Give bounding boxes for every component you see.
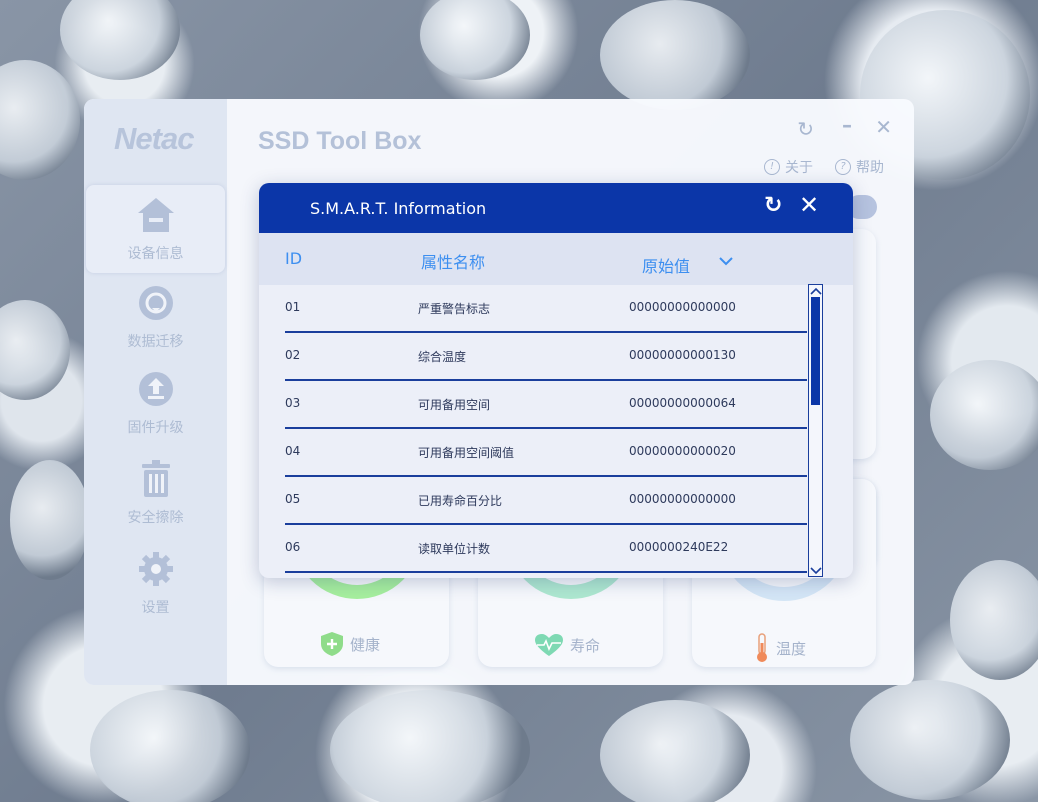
help-label: 帮助 bbox=[856, 160, 884, 176]
sidebar: Netac 设备信息 数据迁移 固件升级 安全擦除 设置 bbox=[84, 99, 227, 685]
cell-raw: 0000000240E22 bbox=[629, 540, 729, 554]
col-id-header: ID bbox=[285, 249, 303, 268]
sidebar-item-label: 安全擦除 bbox=[127, 510, 184, 526]
dialog-refresh-button[interactable]: ↻ bbox=[764, 193, 782, 218]
chevron-down-icon bbox=[719, 257, 733, 266]
cell-name: 读取单位计数 bbox=[418, 542, 491, 556]
sidebar-item-label: 数据迁移 bbox=[127, 334, 184, 350]
help-icon: ? bbox=[835, 159, 851, 175]
chevron-up-icon bbox=[809, 287, 822, 295]
sidebar-item-firmware-upgrade[interactable]: 固件升级 bbox=[84, 359, 227, 447]
sidebar-item-settings[interactable]: 设置 bbox=[84, 539, 227, 627]
cell-name: 可用备用空间阈值 bbox=[418, 446, 515, 460]
table-row[interactable]: 01 严重警告标志 00000000000000 bbox=[285, 285, 807, 333]
dialog-header: S.M.A.R.T. Information ↻ ✕ bbox=[259, 183, 853, 233]
top-links: ! 关于 ? 帮助 bbox=[764, 157, 884, 177]
cell-id: 01 bbox=[285, 300, 301, 314]
cell-id: 05 bbox=[285, 492, 301, 506]
health-label-wrap: 健康 bbox=[320, 631, 380, 657]
bg-tree bbox=[0, 60, 80, 180]
smart-table: 01 严重警告标志 00000000000000 02 综合温度 0000000… bbox=[285, 285, 807, 573]
cell-name: 严重警告标志 bbox=[418, 302, 491, 316]
cell-id: 02 bbox=[285, 348, 301, 362]
refresh-icon: ↻ bbox=[764, 193, 783, 218]
cell-raw: 00000000000000 bbox=[629, 492, 736, 506]
cell-raw: 00000000000130 bbox=[629, 348, 736, 362]
life-label-wrap: 寿命 bbox=[534, 633, 600, 657]
sidebar-item-label: 设置 bbox=[141, 600, 170, 616]
help-link[interactable]: ? 帮助 bbox=[835, 157, 884, 177]
bg-tree bbox=[10, 460, 90, 580]
table-row[interactable]: 02 综合温度 00000000000130 bbox=[285, 333, 807, 381]
smart-info-dialog: S.M.A.R.T. Information ↻ ✕ ID 属性名称 原始值 0… bbox=[259, 183, 853, 578]
bg-tree bbox=[850, 680, 1010, 800]
shield-icon bbox=[321, 632, 343, 656]
bg-tree bbox=[420, 0, 530, 80]
heart-icon bbox=[535, 634, 563, 656]
close-window-button[interactable]: ✕ bbox=[875, 115, 892, 139]
temperature-label: 温度 bbox=[776, 639, 807, 658]
migrate-icon bbox=[136, 283, 176, 323]
thermometer-icon bbox=[757, 633, 767, 662]
netac-logo: Netac bbox=[114, 121, 194, 156]
app-title: SSD Tool Box bbox=[258, 127, 422, 155]
table-row[interactable]: 05 已用寿命百分比 00000000000000 bbox=[285, 477, 807, 525]
chevron-down-icon bbox=[809, 566, 822, 574]
sidebar-item-data-migration[interactable]: 数据迁移 bbox=[84, 273, 227, 361]
info-icon: ! bbox=[764, 159, 780, 175]
cell-raw: 00000000000020 bbox=[629, 444, 736, 458]
cell-raw: 00000000000000 bbox=[629, 300, 736, 314]
cell-name: 可用备用空间 bbox=[418, 398, 491, 412]
table-header: ID 属性名称 原始值 bbox=[259, 233, 853, 285]
bg-tree bbox=[600, 700, 750, 802]
trash-icon bbox=[136, 459, 176, 499]
cell-id: 06 bbox=[285, 540, 301, 554]
close-icon: ✕ bbox=[799, 191, 820, 219]
table-scrollbar[interactable] bbox=[808, 284, 823, 577]
scroll-up-button[interactable] bbox=[809, 285, 822, 296]
scroll-thumb[interactable] bbox=[811, 297, 820, 405]
gear-icon bbox=[136, 549, 176, 589]
scroll-down-button[interactable] bbox=[809, 565, 822, 576]
cell-id: 03 bbox=[285, 396, 301, 410]
dialog-title: S.M.A.R.T. Information bbox=[310, 199, 487, 218]
home-icon bbox=[136, 195, 176, 235]
bg-tree bbox=[0, 300, 70, 400]
table-row[interactable]: 03 可用备用空间 00000000000064 bbox=[285, 381, 807, 429]
cell-name: 已用寿命百分比 bbox=[418, 494, 503, 508]
col-raw-header: 原始值 bbox=[642, 257, 691, 276]
temperature-label-wrap: 温度 bbox=[754, 633, 806, 663]
bg-tree bbox=[330, 690, 530, 802]
col-raw-dropdown[interactable] bbox=[719, 251, 733, 270]
sidebar-item-label: 固件升级 bbox=[127, 420, 184, 436]
bg-tree bbox=[930, 360, 1038, 470]
close-icon: ✕ bbox=[875, 115, 892, 139]
cell-name: 综合温度 bbox=[418, 350, 467, 364]
sidebar-item-device-info[interactable]: 设备信息 bbox=[86, 185, 225, 273]
bg-tree bbox=[60, 0, 180, 80]
refresh-button[interactable]: ↻ bbox=[797, 117, 814, 141]
upgrade-icon bbox=[136, 369, 176, 409]
minimize-button[interactable]: – bbox=[842, 113, 852, 137]
about-label: 关于 bbox=[785, 160, 813, 176]
refresh-icon: ↻ bbox=[797, 117, 814, 141]
health-label: 健康 bbox=[350, 635, 381, 654]
cell-raw: 00000000000064 bbox=[629, 396, 736, 410]
dialog-close-button[interactable]: ✕ bbox=[799, 191, 819, 219]
bg-tree bbox=[950, 560, 1038, 680]
table-row[interactable]: 06 读取单位计数 0000000240E22 bbox=[285, 525, 807, 573]
sidebar-item-secure-erase[interactable]: 安全擦除 bbox=[84, 449, 227, 537]
bg-tree bbox=[600, 0, 750, 110]
about-link[interactable]: ! 关于 bbox=[764, 157, 813, 177]
sidebar-item-label: 设备信息 bbox=[127, 246, 184, 262]
cell-id: 04 bbox=[285, 444, 301, 458]
minimize-icon: – bbox=[842, 113, 852, 137]
table-row[interactable]: 04 可用备用空间阈值 00000000000020 bbox=[285, 429, 807, 477]
col-name-header: 属性名称 bbox=[421, 253, 486, 272]
bg-tree bbox=[90, 690, 250, 802]
life-label: 寿命 bbox=[570, 636, 601, 655]
